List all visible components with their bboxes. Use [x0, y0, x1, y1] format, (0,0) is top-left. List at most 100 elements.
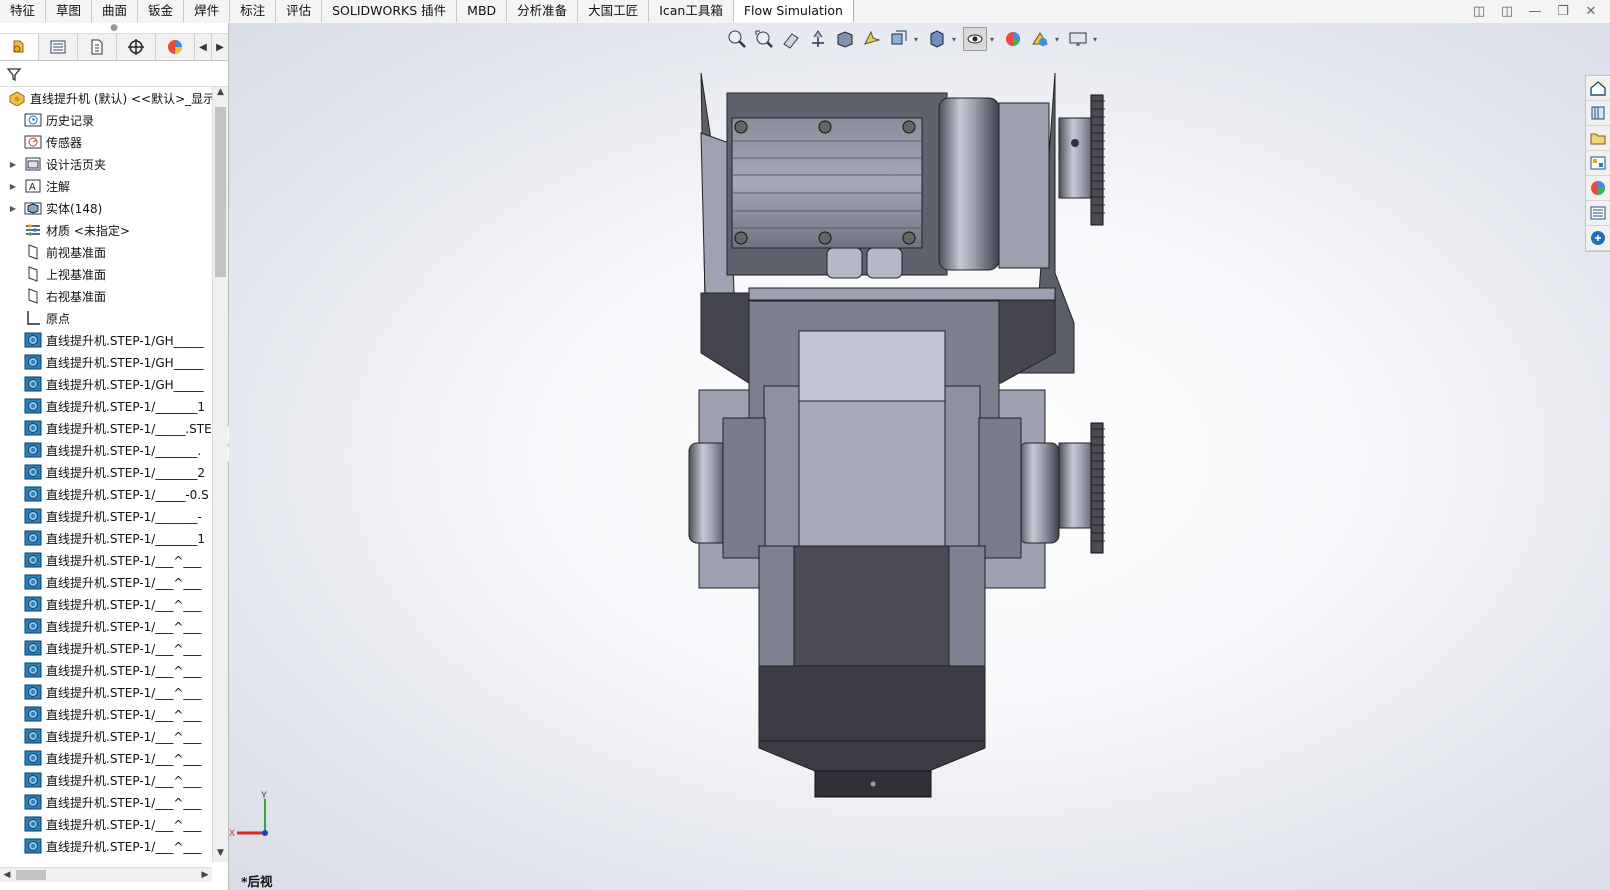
tree-item-part[interactable]: 直线提升机.STEP-1/_____-0.S: [0, 483, 212, 505]
tree-item-part[interactable]: 直线提升机.STEP-1/___^___: [0, 593, 212, 615]
tree-item-part[interactable]: 直线提升机.STEP-1/___^___: [0, 813, 212, 835]
tree-item-material[interactable]: 材质 <未指定>: [0, 219, 212, 241]
hide-show-dropdown-icon[interactable]: ▾: [952, 35, 960, 44]
filter-icon[interactable]: [6, 66, 22, 82]
appearances-icon[interactable]: [1586, 176, 1610, 201]
tree-item-part[interactable]: 直线提升机.STEP-1/___^___: [0, 835, 212, 857]
display-manager-tab[interactable]: [156, 34, 195, 60]
dimxpert-manager-tab[interactable]: [117, 34, 156, 60]
maximize-icon[interactable]: ❐: [1552, 2, 1574, 20]
tree-item-part[interactable]: 直线提升机.STEP-1/___^___: [0, 549, 212, 571]
tab-10[interactable]: 大国工匠: [578, 0, 650, 22]
previous-view-icon[interactable]: [779, 27, 803, 51]
tree-item-part[interactable]: 直线提升机.STEP-1/___^___: [0, 637, 212, 659]
dynamic-annotation-icon[interactable]: [833, 27, 857, 51]
minimize-icon[interactable]: —: [1524, 2, 1546, 20]
view-orientation-icon[interactable]: [860, 27, 884, 51]
tree-item-sensor-folder[interactable]: 传感器: [0, 131, 212, 153]
close-icon[interactable]: ✕: [1580, 2, 1602, 20]
tab-4[interactable]: 焊件: [184, 0, 231, 22]
tree-item-part[interactable]: 直线提升机.STEP-1/___^___: [0, 703, 212, 725]
tab-scroll-right-icon[interactable]: ▶: [211, 34, 228, 60]
tab-scroll-left-icon[interactable]: ◀: [194, 34, 211, 60]
expand-arrow-icon[interactable]: ▶: [6, 182, 20, 191]
tree-item-plane[interactable]: 右视基准面: [0, 285, 212, 307]
scene-dropdown-icon[interactable]: ▾: [1055, 35, 1063, 44]
tree-item-solid-bodies[interactable]: ▶ 实体(148): [0, 197, 212, 219]
tree-item-part[interactable]: 直线提升机.STEP-1/___^___: [0, 659, 212, 681]
property-manager-tab[interactable]: [39, 34, 78, 60]
tab-0[interactable]: 特征: [0, 0, 47, 22]
tree-item-part[interactable]: 直线提升机.STEP-1/___^___: [0, 769, 212, 791]
scroll-right-arrow-icon[interactable]: ▶: [198, 868, 212, 882]
restore-left-icon[interactable]: ◫: [1468, 2, 1490, 20]
scroll-thumb[interactable]: [215, 107, 226, 277]
tree-item-part[interactable]: 直线提升机.STEP-1/___^___: [0, 681, 212, 703]
hscroll-thumb[interactable]: [16, 870, 46, 880]
tree-horizontal-scrollbar[interactable]: ◀ ▶: [0, 867, 212, 882]
hide-show-items-icon[interactable]: [925, 27, 949, 51]
tree-item-origin[interactable]: 原点: [0, 307, 212, 329]
zoom-to-area-icon[interactable]: [752, 27, 776, 51]
tab-9[interactable]: 分析准备: [507, 0, 579, 22]
tab-8[interactable]: MBD: [457, 0, 508, 22]
edit-appearance-icon[interactable]: [963, 27, 987, 51]
display-style-icon[interactable]: [887, 27, 911, 51]
scroll-up-arrow-icon[interactable]: ▲: [213, 87, 228, 101]
section-view-icon[interactable]: [806, 27, 830, 51]
tree-item-part[interactable]: 直线提升机.STEP-1/___^___: [0, 725, 212, 747]
tab-1[interactable]: 草图: [46, 0, 93, 22]
tree-item-part[interactable]: 直线提升机.STEP-1/___^___: [0, 791, 212, 813]
display-style-dropdown-icon[interactable]: ▾: [914, 35, 922, 44]
tree-item-part[interactable]: 直线提升机.STEP-1/_______.: [0, 439, 212, 461]
tree-item-part[interactable]: 直线提升机.STEP-1/_____.STE: [0, 417, 212, 439]
featuremanager-tree-tab[interactable]: [0, 34, 39, 60]
tree-item-part[interactable]: 直线提升机.STEP-1/GH_____: [0, 373, 212, 395]
view-settings-dropdown-icon[interactable]: ▾: [1093, 35, 1101, 44]
design-library-icon[interactable]: [1586, 101, 1610, 126]
graphics-area[interactable]: ▾ ▾ ▾ ▾ ▾ Y X *后视: [229, 23, 1610, 890]
scroll-down-arrow-icon[interactable]: ▼: [213, 848, 228, 862]
tab-3[interactable]: 钣金: [138, 0, 185, 22]
tree-item-part[interactable]: 直线提升机.STEP-1/GH_____: [0, 351, 212, 373]
tab-7[interactable]: SOLIDWORKS 插件: [322, 0, 458, 22]
tab-5[interactable]: 标注: [230, 0, 277, 22]
tree-filter[interactable]: [0, 61, 228, 87]
zoom-to-fit-icon[interactable]: [725, 27, 749, 51]
panel-grip[interactable]: ●: [0, 23, 228, 34]
scene-icon[interactable]: [1028, 27, 1052, 51]
appearance-dropdown-icon[interactable]: ▾: [990, 35, 998, 44]
tree-item-part[interactable]: 直线提升机.STEP-1/___^___: [0, 615, 212, 637]
scroll-left-arrow-icon[interactable]: ◀: [0, 868, 14, 882]
tree-item-part[interactable]: 直线提升机.STEP-1/_______2: [0, 461, 212, 483]
tab-11[interactable]: Ican工具箱: [649, 0, 734, 22]
expand-arrow-icon[interactable]: ▶: [6, 160, 20, 169]
tree-item-part[interactable]: 直线提升机.STEP-1/___^___: [0, 571, 212, 593]
tree-item-plane[interactable]: 前视基准面: [0, 241, 212, 263]
solidworks-forum-icon[interactable]: [1586, 226, 1610, 251]
file-explorer-icon[interactable]: [1586, 126, 1610, 151]
custom-properties-icon[interactable]: [1586, 201, 1610, 226]
view-palette-icon[interactable]: [1586, 151, 1610, 176]
home-icon[interactable]: [1586, 76, 1610, 101]
tree-item-design-binder[interactable]: ▶ 设计活页夹: [0, 153, 212, 175]
tree-item-plane[interactable]: 上视基准面: [0, 263, 212, 285]
tree-item-part[interactable]: 直线提升机.STEP-1/_______1: [0, 395, 212, 417]
tree-item-history-folder[interactable]: 历史记录: [0, 109, 212, 131]
tree-item-annotations[interactable]: ▶ A 注解: [0, 175, 212, 197]
apply-scene-icon[interactable]: [1001, 27, 1025, 51]
configuration-manager-tab[interactable]: [78, 34, 117, 60]
view-settings-icon[interactable]: [1066, 27, 1090, 51]
model-back-view[interactable]: [229, 23, 1610, 890]
tree-vertical-scrollbar[interactable]: ▲ ▼: [212, 87, 228, 862]
tab-6[interactable]: 评估: [276, 0, 323, 22]
tree-item-part[interactable]: 直线提升机.STEP-1/___^___: [0, 747, 212, 769]
tab-2[interactable]: 曲面: [92, 0, 139, 22]
expand-arrow-icon[interactable]: ▶: [6, 204, 20, 213]
tree-item-part[interactable]: 直线提升机.STEP-1/_______1: [0, 527, 212, 549]
tree-item-part[interactable]: 直线提升机.STEP-1/_______-: [0, 505, 212, 527]
tree-root-assembly[interactable]: 直线提升机 (默认) <<默认>_显示状态: [0, 87, 212, 109]
tab-12[interactable]: Flow Simulation: [733, 0, 854, 22]
tree-item-part[interactable]: 直线提升机.STEP-1/GH_____: [0, 329, 212, 351]
restore-right-icon[interactable]: ◫: [1496, 2, 1518, 20]
